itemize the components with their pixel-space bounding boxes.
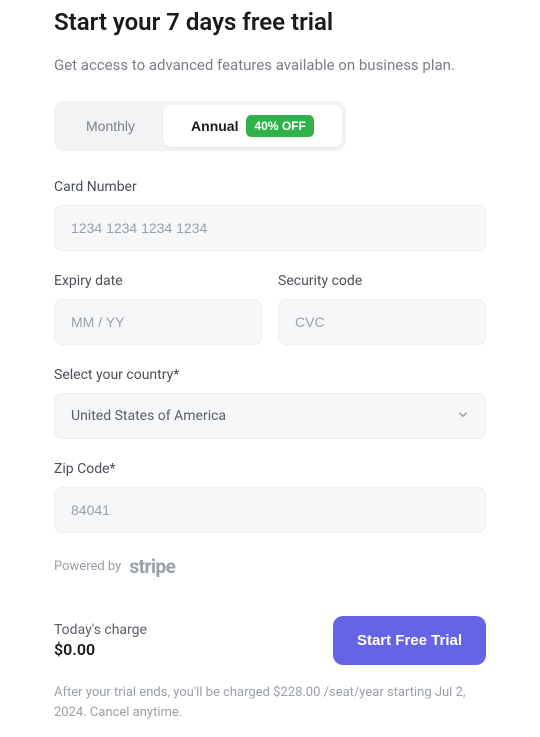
stripe-logo: stripe — [129, 555, 175, 578]
toggle-annual[interactable]: Annual 40% OFF — [163, 105, 342, 147]
zip-label: Zip Code* — [54, 461, 486, 477]
page-subtitle: Get access to advanced features availabl… — [54, 54, 486, 77]
toggle-annual-label: Annual — [191, 118, 238, 134]
disclaimer-text: After your trial ends, you'll be charged… — [54, 683, 486, 723]
powered-by: Powered by stripe — [54, 555, 486, 578]
charge-amount: $0.00 — [54, 640, 147, 659]
security-code-input[interactable] — [278, 299, 486, 345]
billing-toggle: Monthly Annual 40% OFF — [54, 101, 346, 151]
charge-label: Today's charge — [54, 622, 147, 638]
toggle-monthly-label: Monthly — [86, 118, 135, 134]
card-number-label: Card Number — [54, 179, 486, 195]
country-label: Select your country* — [54, 367, 486, 383]
country-select[interactable]: United States of America — [54, 393, 486, 439]
powered-by-prefix: Powered by — [54, 559, 121, 574]
page-title: Start your 7 days free trial — [54, 8, 486, 36]
expiry-input[interactable] — [54, 299, 262, 345]
toggle-monthly[interactable]: Monthly — [58, 105, 163, 147]
discount-badge: 40% OFF — [246, 115, 313, 137]
zip-input[interactable] — [54, 487, 486, 533]
start-trial-button[interactable]: Start Free Trial — [333, 616, 486, 665]
security-code-label: Security code — [278, 273, 486, 289]
expiry-label: Expiry date — [54, 273, 262, 289]
card-number-input[interactable] — [54, 205, 486, 251]
charge-summary: Today's charge $0.00 — [54, 622, 147, 659]
